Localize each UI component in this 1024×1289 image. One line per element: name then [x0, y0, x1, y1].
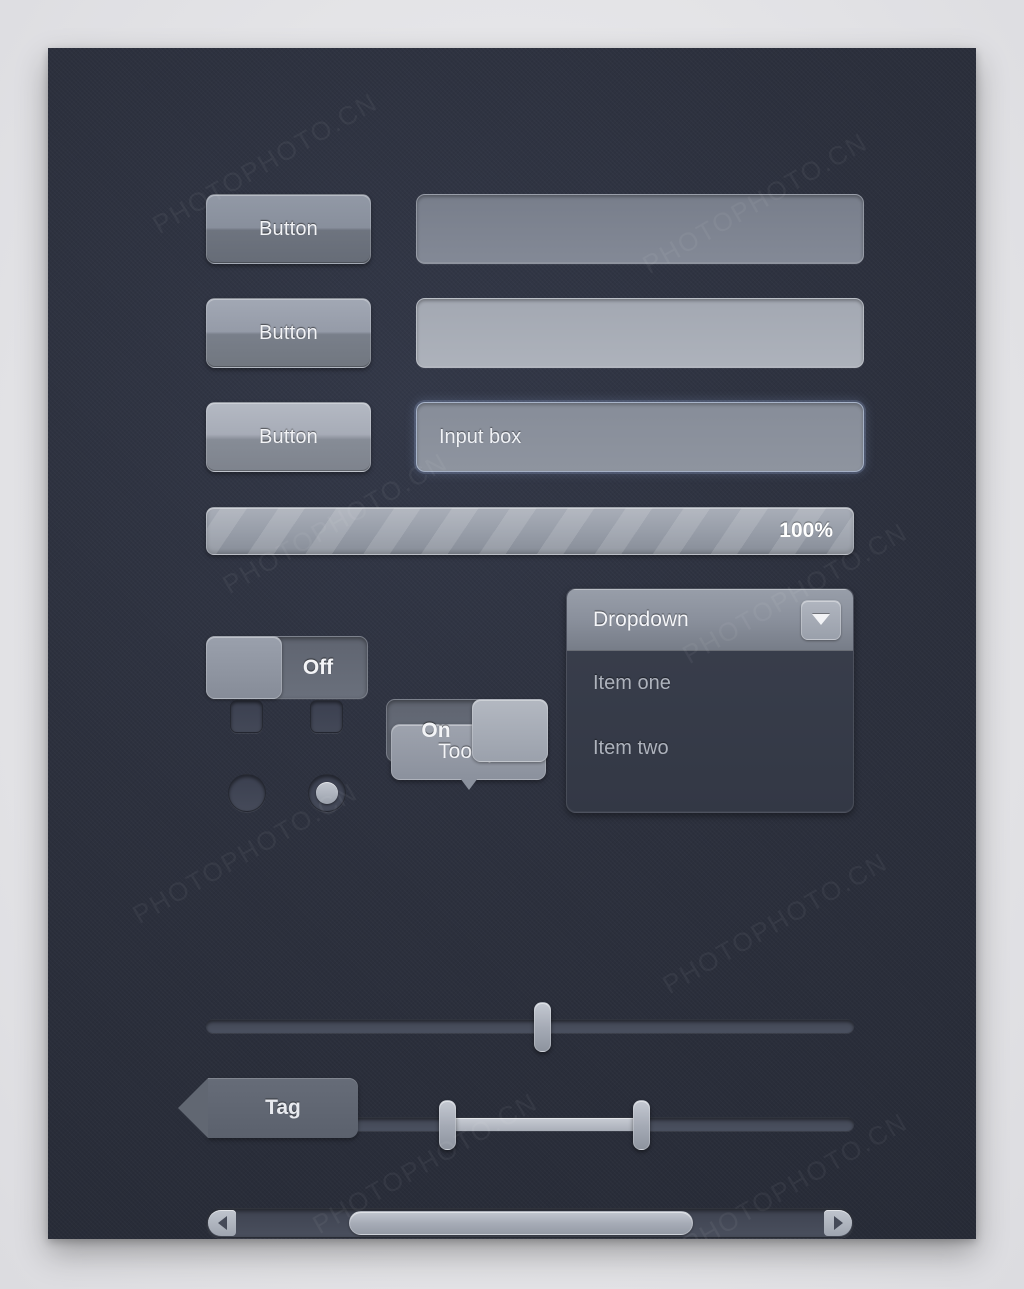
scrollbar-thumb[interactable]	[349, 1211, 693, 1235]
triangle-left-glyph	[217, 1216, 227, 1230]
button-normal[interactable]: Button	[206, 194, 371, 264]
component-stage: Button Button Button Input box 100% Off …	[48, 48, 976, 1239]
button-hover-label: Button	[258, 321, 319, 344]
dropdown-header[interactable]: Dropdown	[567, 589, 853, 651]
slider-single-handle[interactable]	[534, 1002, 551, 1052]
text-field-hover[interactable]	[416, 298, 864, 368]
slider-range-handle-low[interactable]	[439, 1100, 456, 1150]
slider-single[interactable]	[206, 1002, 854, 1052]
dropdown-item-two[interactable]: Item two	[567, 716, 853, 781]
dropdown-menu[interactable]: Dropdown Item one Item two	[566, 588, 854, 813]
ui-kit-panel: Button Button Button Input box 100% Off …	[48, 48, 976, 1239]
button-active[interactable]: Button	[206, 402, 371, 472]
tag[interactable]: Tag	[178, 1078, 358, 1138]
text-field-normal[interactable]	[416, 194, 864, 264]
radio-selected-dot	[316, 782, 338, 804]
slider-range-fill	[446, 1118, 642, 1131]
tooltip-pointer-icon	[459, 778, 478, 790]
watermark: PHOTOPHOTO.CN	[657, 846, 893, 1000]
dropdown-header-label: Dropdown	[593, 607, 689, 631]
chevron-down-icon[interactable]	[801, 599, 841, 640]
checkbox-one[interactable]	[230, 700, 263, 733]
progress-bar[interactable]: 100%	[206, 507, 854, 555]
input-box-value: Input box	[439, 425, 522, 448]
triangle-right-glyph	[833, 1216, 843, 1230]
dropdown-item-one-label: Item one	[593, 672, 671, 694]
tag-wrapper: Tag	[178, 1078, 358, 1138]
toggle-on-knob[interactable]	[472, 699, 548, 762]
page-background: Button Button Button Input box 100% Off …	[0, 0, 1024, 1289]
button-hover[interactable]: Button	[206, 298, 371, 368]
radio-selected[interactable]	[308, 774, 346, 812]
tag-label: Tag	[265, 1096, 301, 1119]
button-normal-label: Button	[258, 217, 319, 240]
triangle-down-glyph	[812, 614, 830, 625]
button-active-label: Button	[258, 425, 319, 448]
progress-bar-label: 100%	[779, 519, 833, 542]
scroll-right-arrow-icon[interactable]	[824, 1210, 852, 1236]
radio-unselected[interactable]	[228, 774, 266, 812]
horizontal-scrollbar[interactable]	[206, 1208, 854, 1238]
slider-range-handle-high[interactable]	[633, 1100, 650, 1150]
scroll-left-arrow-icon[interactable]	[208, 1210, 236, 1236]
checkbox-two[interactable]	[310, 700, 343, 733]
input-box-focused[interactable]: Input box	[416, 402, 864, 472]
dropdown-item-one[interactable]: Item one	[567, 651, 853, 716]
toggle-off-knob[interactable]	[206, 636, 282, 699]
toggle-switch-off[interactable]: Off	[206, 636, 368, 699]
dropdown-item-two-label: Item two	[593, 737, 669, 759]
